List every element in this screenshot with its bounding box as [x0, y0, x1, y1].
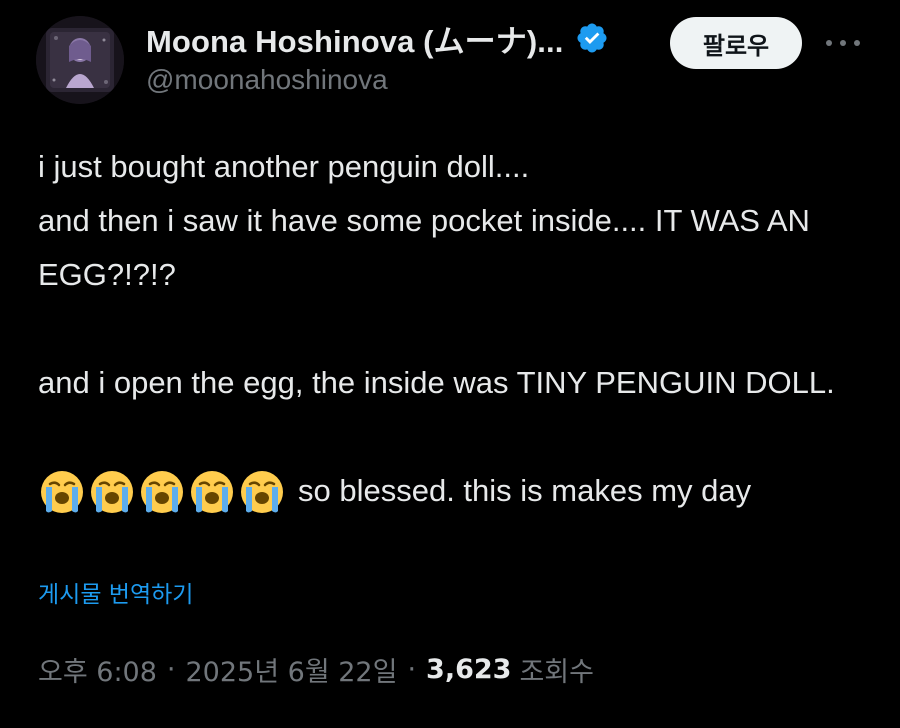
tweet-line: and i open the egg, the inside was TINY …: [38, 365, 835, 400]
more-icon[interactable]: [826, 36, 860, 50]
meta-separator: ·: [407, 654, 417, 685]
loudly-crying-face-emoji: [191, 471, 233, 513]
translate-post-link[interactable]: 게시물 번역하기: [38, 575, 193, 609]
emoji-line: so blessed. this is makes my day: [38, 464, 868, 518]
tweet-text: i just bought another penguin doll.... a…: [38, 140, 868, 518]
author-display-name[interactable]: Moona Hoshinova (ムーナ)...: [146, 16, 563, 61]
tweet-line: and then i saw it have some pocket insid…: [38, 203, 810, 292]
verified-badge-icon: [577, 23, 607, 53]
tweet: Moona Hoshinova (ムーナ)... @moonahoshinova…: [0, 0, 900, 728]
views-count: 3,623: [426, 654, 512, 685]
tweet-line: so blessed. this is makes my day: [298, 473, 752, 508]
loudly-crying-face-emoji: [91, 471, 133, 513]
tweet-date[interactable]: 2025년 6월 22일: [186, 650, 398, 689]
author-handle[interactable]: @moonahoshinova: [146, 64, 388, 96]
more-dot: [854, 40, 860, 46]
more-dot: [840, 40, 846, 46]
loudly-crying-face-emoji: [141, 471, 183, 513]
tweet-time[interactable]: 오후 6:08: [38, 650, 157, 689]
tweet-line: i just bought another penguin doll....: [38, 149, 530, 184]
meta-separator: ·: [166, 654, 176, 685]
views-label: 조회수: [519, 657, 594, 688]
author-name-row: Moona Hoshinova (ムーナ)...: [146, 16, 609, 61]
avatar-image: [36, 16, 124, 104]
more-dot: [826, 40, 832, 46]
follow-button[interactable]: 팔로우: [670, 17, 802, 69]
loudly-crying-face-emoji: [41, 471, 83, 513]
tweet-meta: 오후 6:08 · 2025년 6월 22일 · 3,623 조회수: [38, 650, 594, 689]
avatar[interactable]: [36, 16, 124, 104]
loudly-crying-face-emoji: [241, 471, 283, 513]
